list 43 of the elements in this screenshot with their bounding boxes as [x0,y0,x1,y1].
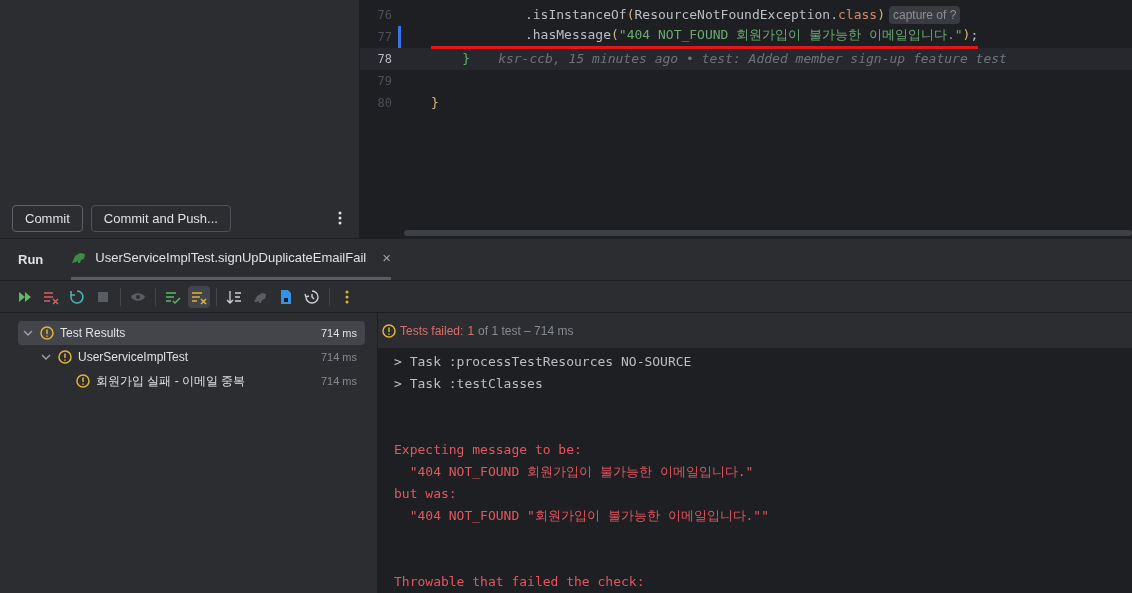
more-icon[interactable] [337,210,343,226]
warning-icon [76,374,90,388]
inlay-hint: capture of ? [888,6,961,24]
commit-button[interactable]: Commit and Push... [90,205,231,232]
blame-annotation: ksr-ccb, 15 minutes ago • test: Added member sign-up feature test [498,50,1007,69]
panel-title: Run [18,250,44,269]
console-line: "404 NOT_FOUND "회원가입이 불가능한 이메일입니다."" [408,507,770,525]
toolbar-button[interactable] [188,285,210,308]
code-text: .isInstanceOf(ResourceNotFoundException.class) [523,6,885,25]
console-line: "404 NOT_FOUND 회원가입이 불가능한 이메일입니다." [408,463,755,481]
test-duration: 714 ms [320,349,357,365]
console-line: > Task :testClasses [394,375,544,393]
tree-row[interactable]: 회원가입 실패 - 이메일 중복 714 ms [18,369,365,393]
console-line: Expecting message to be: [394,441,583,459]
line-number: 78 [376,51,392,68]
test-name: Test Results [60,325,126,342]
commit-button[interactable]: Commit [12,205,83,232]
tab-label: UserServiceImplTest.signUpDuplicateEmailFail [95,249,367,268]
test-duration: 714 ms [320,325,357,341]
sort-icon [226,288,242,305]
console-line: but was: [394,485,458,503]
console-line: > Task :processTestResources NO-SOURCE [394,353,693,371]
summary-text: of 1 test – 714 ms [478,322,574,340]
rerun-icon [69,288,85,305]
tree-row[interactable]: Test Results 714 ms [18,321,365,345]
warning-icon [58,350,72,364]
document-icon [278,288,294,305]
console-line: Throwable that failed the check: [394,573,646,591]
summary-text: 1 [467,322,475,340]
elephant-icon [71,251,88,265]
test-name: 회원가입 실패 - 이메일 중복 [96,373,246,390]
summary-text: Tests failed: [400,322,464,340]
run-tab[interactable]: UserServiceImplTest.signUpDuplicateEmailFail × [71,239,391,280]
code-text: } [431,94,439,113]
test-duration: 714 ms [320,373,357,389]
code-text: } [461,50,471,69]
history-icon [304,288,320,305]
scrollbar[interactable] [404,230,1132,236]
test-name: UserServiceImplTest [78,349,189,366]
close-tab-button[interactable]: × [382,246,391,270]
warning-icon [382,323,396,338]
tree-row[interactable]: UserServiceImplTest 714 ms [18,345,365,369]
warning-icon [40,326,54,340]
